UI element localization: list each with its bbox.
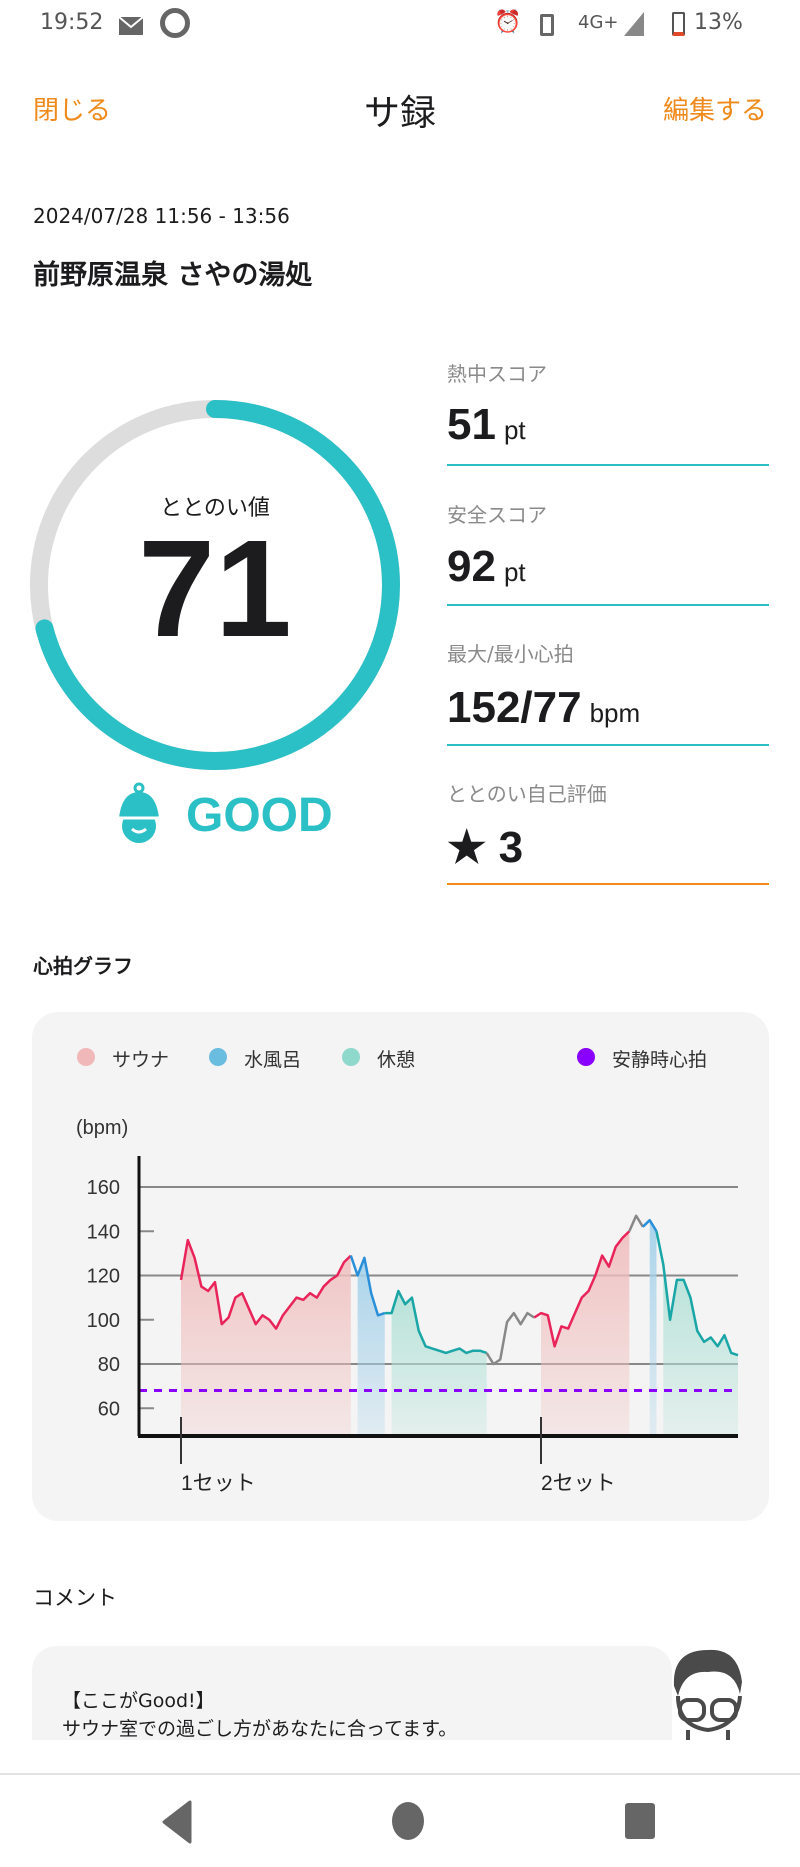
mail-icon [118, 16, 144, 35]
sauna-area [181, 1240, 351, 1436]
y-tick-label: 160 [87, 1177, 120, 1199]
docomo-d-icon [160, 8, 190, 38]
comment-body: サウナ室での過ごし方があなたに合ってます。 [62, 1718, 458, 1740]
home-icon[interactable] [392, 1802, 424, 1840]
heart-graph-card: サウナ 水風呂 休憩 安静時心拍 (bpm) 160 140 120 100 80 60 … [32, 1012, 769, 1521]
battery-percent: 13% [694, 10, 743, 35]
comment-heading: 【ここがGood!】 [62, 1690, 215, 1712]
y-tick-label: 80 [98, 1354, 120, 1376]
comment-title: コメント [33, 1586, 117, 1610]
heat-score-number: 51 [447, 400, 496, 449]
heart-rate-unit: bpm [589, 698, 641, 728]
x-tick-label: 2セット [541, 1472, 616, 1495]
divider [447, 464, 769, 466]
none-line [485, 1311, 535, 1366]
heart-rate-chart: (bpm) 160 140 120 100 80 60 1セット 2セット [76, 1117, 739, 1495]
y-tick-label: 100 [87, 1310, 120, 1332]
back-icon[interactable] [160, 1800, 196, 1844]
none-line [628, 1214, 644, 1232]
safety-score-unit: pt [503, 557, 526, 587]
y-tick-label: 60 [98, 1398, 120, 1420]
divider [447, 883, 769, 885]
recents-icon[interactable] [625, 1803, 655, 1839]
nav-divider [0, 1773, 800, 1775]
cold-area [357, 1257, 385, 1436]
gauge-value: 71 [138, 512, 292, 666]
heat-score-value: 51 pt [447, 400, 526, 450]
heart-rate-number: 152/77 [447, 683, 582, 732]
safety-score-number: 92 [447, 542, 496, 591]
network-type: 4G+ [578, 12, 619, 33]
heat-score-unit: pt [503, 415, 526, 445]
heart-rate-value: 152/77 bpm [447, 683, 640, 733]
comment-bubble: 【ここがGood!】 サウナ室での過ごし方があなたに合ってます。 [32, 1646, 672, 1740]
safety-score-label: 安全スコア [447, 503, 547, 527]
sauna-area [541, 1231, 630, 1436]
safety-score-value: 92 pt [447, 542, 526, 592]
battery-icon [672, 12, 685, 36]
self-rating-value[interactable]: ★ 3 [447, 822, 523, 873]
heart-graph-title: 心拍グラフ [33, 954, 133, 978]
x-tick-label: 1セット [181, 1472, 256, 1495]
venue-name: 前野原温泉 さやの湯処 [33, 260, 313, 291]
y-axis-label: (bpm) [76, 1117, 128, 1139]
rating-text: GOOD [186, 789, 333, 842]
edit-button[interactable]: 編集する [663, 90, 767, 127]
y-tick-label: 140 [87, 1221, 120, 1243]
alarm-icon: ⏰ [494, 10, 522, 35]
vibrate-icon [540, 14, 554, 36]
self-rating-label: ととのい自己評価 [447, 782, 607, 806]
advisor-avatar [673, 1649, 742, 1740]
heart-rate-label: 最大/最小心拍 [447, 642, 574, 666]
status-time: 19:52 [40, 10, 104, 35]
y-tick-label: 120 [87, 1266, 120, 1288]
heat-score-label: 熱中スコア [447, 362, 547, 386]
rest-area [391, 1290, 487, 1436]
divider [447, 744, 769, 746]
signal-icon [624, 12, 644, 36]
sauna-hat-icon [116, 782, 162, 843]
divider [447, 604, 769, 606]
cold-area [649, 1220, 657, 1436]
session-datetime: 2024/07/28 11:56 - 13:56 [33, 204, 290, 228]
